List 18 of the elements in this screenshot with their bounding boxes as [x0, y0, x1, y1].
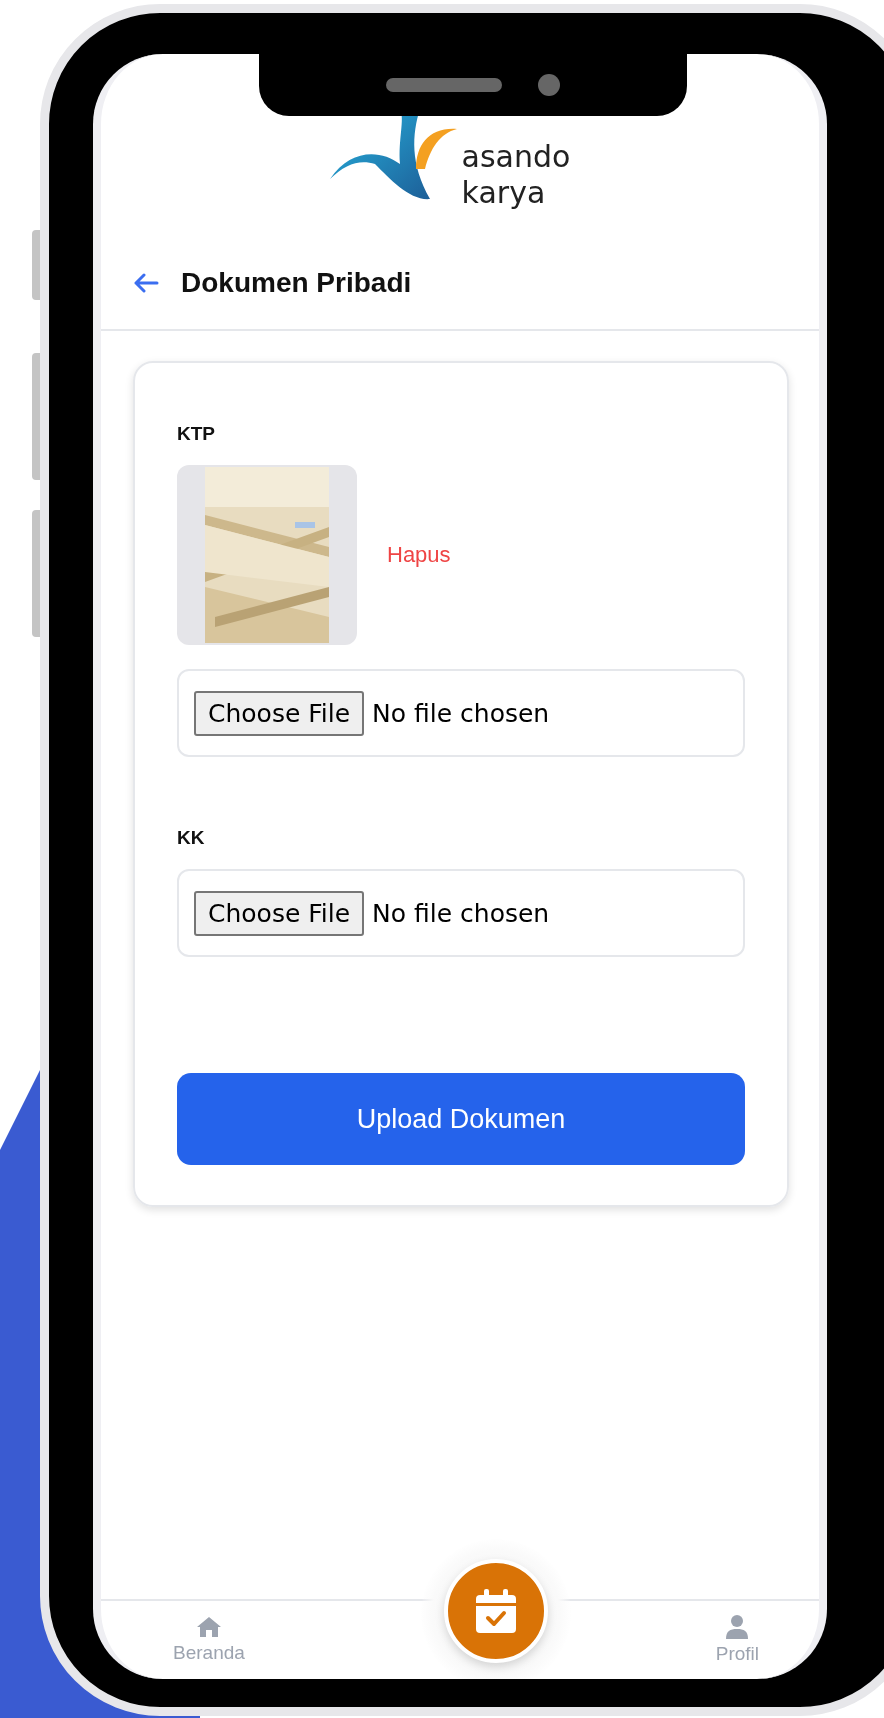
upload-button[interactable]: Upload Dokumen: [177, 1073, 745, 1165]
calendar-button[interactable]: [444, 1559, 548, 1663]
choose-file-button[interactable]: Choose File: [194, 690, 365, 736]
page-title: Dokumen Pribadi: [181, 267, 412, 299]
file-status-text: No file chosen: [372, 698, 550, 728]
delete-link[interactable]: Hapus: [387, 542, 451, 568]
calendar-check-icon: [476, 1589, 516, 1633]
home-icon: [195, 1616, 222, 1638]
file-input-field[interactable]: Choose File No file chosen: [177, 669, 745, 757]
field-label: KTP: [177, 423, 216, 445]
logo-text: karya: [461, 175, 547, 211]
file-input-field[interactable]: Choose File No file chosen: [177, 869, 745, 957]
file-status-text: No file chosen: [372, 898, 550, 928]
field-label: KK: [177, 827, 206, 849]
person-icon: [726, 1615, 749, 1639]
choose-file-button[interactable]: Choose File: [194, 890, 365, 936]
logo-text: asando: [461, 139, 571, 175]
back-arrow-icon[interactable]: [133, 273, 159, 293]
